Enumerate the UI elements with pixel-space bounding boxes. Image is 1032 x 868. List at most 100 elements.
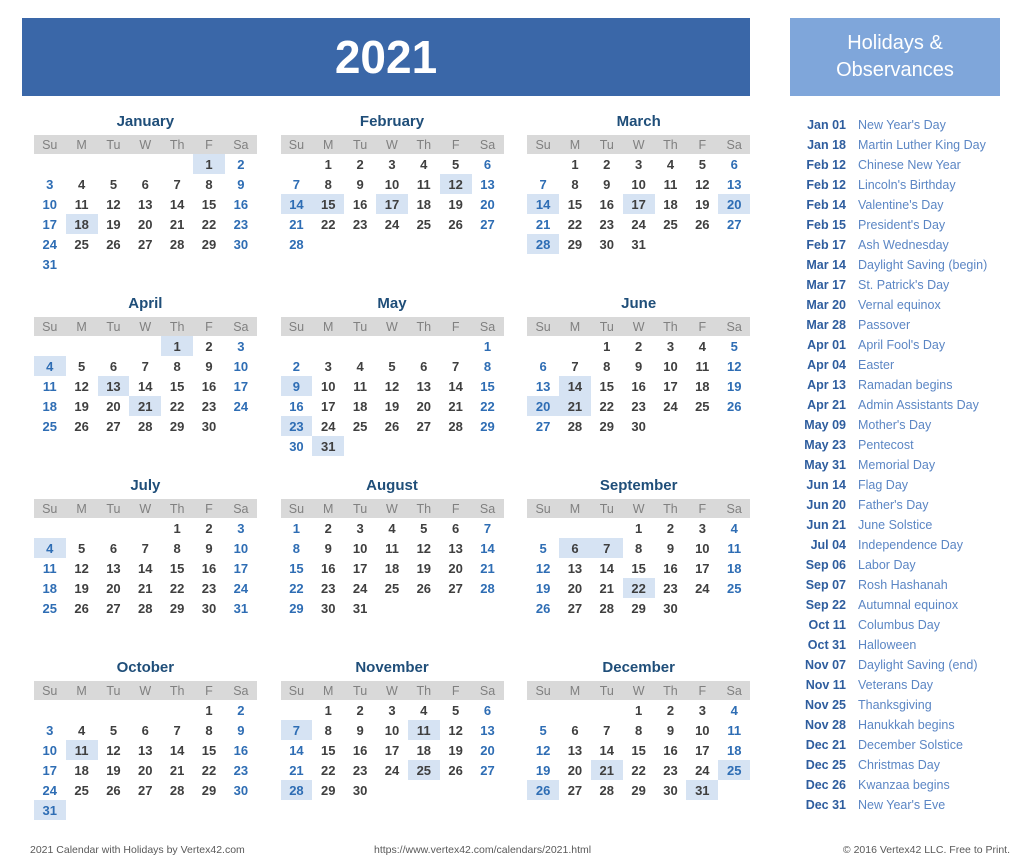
day-cell[interactable]: 27	[129, 780, 161, 800]
day-cell[interactable]: 6	[472, 700, 504, 720]
day-cell[interactable]: 7	[129, 538, 161, 558]
day-cell[interactable]: 21	[590, 760, 623, 780]
day-cell[interactable]: 25	[376, 578, 408, 598]
day-cell[interactable]: 22	[161, 396, 193, 416]
day-cell[interactable]: 16	[225, 194, 257, 214]
day-cell[interactable]: 30	[655, 780, 687, 800]
day-cell[interactable]: 9	[193, 538, 225, 558]
day-cell[interactable]: 16	[623, 376, 655, 396]
day-cell[interactable]: 29	[623, 780, 655, 800]
day-cell[interactable]: 1	[312, 700, 344, 720]
day-cell[interactable]: 2	[193, 518, 225, 538]
day-cell[interactable]: 14	[129, 558, 161, 578]
day-cell[interactable]: 2	[193, 336, 225, 356]
day-cell[interactable]: 26	[527, 598, 559, 618]
day-cell[interactable]: 14	[440, 376, 472, 396]
day-cell[interactable]: 24	[225, 396, 257, 416]
day-cell[interactable]: 26	[66, 416, 98, 436]
day-cell[interactable]: 16	[344, 194, 376, 214]
day-cell[interactable]: 19	[686, 194, 718, 214]
day-cell[interactable]: 24	[686, 760, 718, 780]
day-cell[interactable]: 3	[655, 336, 687, 356]
day-cell[interactable]: 22	[622, 578, 655, 598]
day-cell[interactable]: 1	[281, 518, 313, 538]
day-cell[interactable]: 1	[312, 154, 344, 174]
day-cell[interactable]: 14	[161, 194, 193, 214]
day-cell[interactable]: 6	[98, 356, 130, 376]
day-cell[interactable]: 13	[129, 740, 161, 760]
day-cell[interactable]: 31	[33, 800, 66, 820]
day-cell[interactable]: 29	[161, 598, 193, 618]
day-cell[interactable]: 12	[408, 538, 440, 558]
day-cell[interactable]: 21	[472, 558, 504, 578]
day-cell[interactable]: 10	[686, 720, 718, 740]
day-cell[interactable]: 2	[344, 700, 376, 720]
day-cell[interactable]: 14	[161, 740, 193, 760]
day-cell[interactable]: 10	[655, 356, 687, 376]
day-cell[interactable]: 26	[527, 780, 560, 800]
day-cell[interactable]: 24	[376, 760, 408, 780]
day-cell[interactable]: 11	[376, 538, 408, 558]
day-cell[interactable]: 19	[440, 740, 472, 760]
day-cell[interactable]: 20	[718, 194, 751, 214]
day-cell[interactable]: 27	[98, 416, 130, 436]
day-cell[interactable]: 20	[472, 194, 504, 214]
day-cell[interactable]: 30	[591, 234, 623, 254]
day-cell[interactable]: 5	[527, 538, 559, 558]
day-cell[interactable]: 18	[66, 760, 98, 780]
day-cell[interactable]: 26	[440, 760, 472, 780]
day-cell[interactable]: 6	[129, 174, 161, 194]
day-cell[interactable]: 20	[527, 396, 560, 416]
day-cell[interactable]: 9	[225, 720, 257, 740]
day-cell[interactable]: 3	[686, 700, 718, 720]
day-cell[interactable]: 1	[623, 700, 655, 720]
day-cell[interactable]: 30	[623, 416, 655, 436]
day-cell[interactable]: 15	[312, 740, 344, 760]
day-cell[interactable]: 17	[376, 194, 408, 214]
day-cell[interactable]: 21	[161, 760, 193, 780]
day-cell[interactable]: 10	[34, 740, 66, 760]
day-cell[interactable]: 29	[559, 234, 591, 254]
day-cell[interactable]: 27	[472, 214, 504, 234]
day-cell[interactable]: 23	[225, 214, 257, 234]
day-cell[interactable]: 13	[97, 376, 130, 396]
day-cell[interactable]: 10	[312, 376, 344, 396]
day-cell[interactable]: 1	[591, 336, 623, 356]
day-cell[interactable]: 28	[559, 416, 591, 436]
day-cell[interactable]: 4	[718, 700, 750, 720]
day-cell[interactable]: 29	[281, 598, 313, 618]
day-cell[interactable]: 12	[98, 740, 130, 760]
day-cell[interactable]: 18	[655, 194, 687, 214]
day-cell[interactable]: 19	[66, 396, 98, 416]
day-cell[interactable]: 26	[718, 396, 750, 416]
day-cell[interactable]: 3	[623, 154, 655, 174]
day-cell[interactable]: 12	[439, 174, 472, 194]
day-cell[interactable]: 25	[66, 234, 98, 254]
day-cell[interactable]: 17	[622, 194, 655, 214]
day-cell[interactable]: 6	[440, 518, 472, 538]
day-cell[interactable]: 23	[193, 578, 225, 598]
day-cell[interactable]: 27	[527, 416, 559, 436]
day-cell[interactable]: 29	[623, 598, 655, 618]
day-cell[interactable]: 23	[280, 416, 313, 436]
day-cell[interactable]: 12	[376, 376, 408, 396]
day-cell[interactable]: 7	[591, 720, 623, 740]
day-cell[interactable]: 23	[225, 760, 257, 780]
day-cell[interactable]: 18	[686, 376, 718, 396]
day-cell[interactable]: 7	[527, 174, 559, 194]
day-cell[interactable]: 20	[472, 740, 504, 760]
day-cell[interactable]: 19	[376, 396, 408, 416]
day-cell[interactable]: 17	[686, 558, 718, 578]
day-cell[interactable]: 29	[591, 416, 623, 436]
day-cell[interactable]: 27	[718, 214, 750, 234]
day-cell[interactable]: 12	[440, 720, 472, 740]
day-cell[interactable]: 23	[344, 214, 376, 234]
day-cell[interactable]: 5	[376, 356, 408, 376]
day-cell[interactable]: 18	[34, 578, 66, 598]
day-cell[interactable]: 26	[66, 598, 98, 618]
day-cell[interactable]: 21	[129, 396, 162, 416]
day-cell[interactable]: 7	[590, 538, 623, 558]
day-cell[interactable]: 22	[193, 214, 225, 234]
day-cell[interactable]: 29	[193, 234, 225, 254]
day-cell[interactable]: 24	[686, 578, 718, 598]
